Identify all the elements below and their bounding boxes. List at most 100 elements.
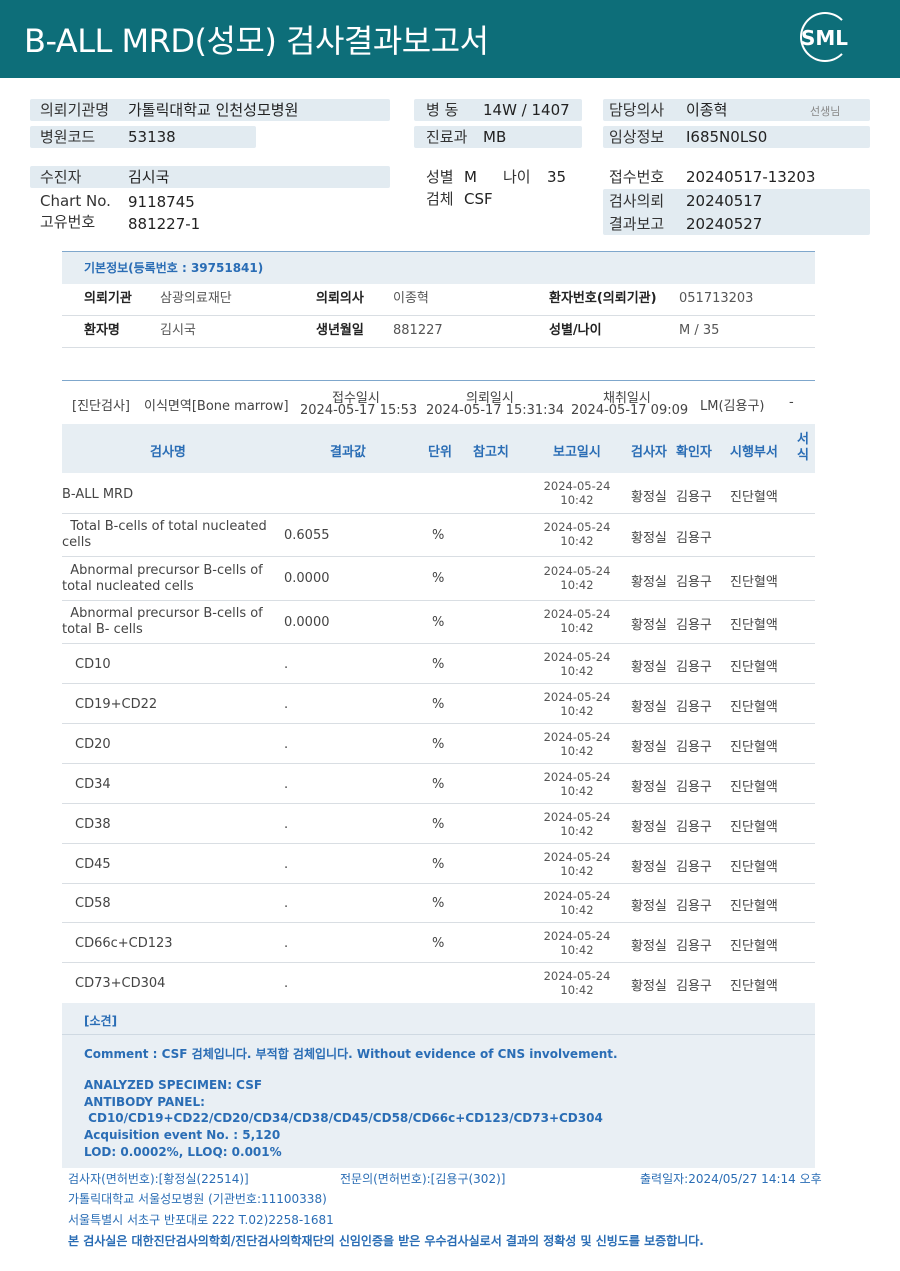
row-name: Abnormal precursor B-cells of total nucl… <box>62 563 267 594</box>
footer-specialist: 전문의(면허번호):[김용구(302)] <box>340 1172 506 1186</box>
ward-value: 14W / 1407 <box>483 101 570 119</box>
divider <box>62 883 815 884</box>
row-report-date: 2024-05-24 10:42 <box>543 690 611 718</box>
basic-label-patient-no: 환자번호(의뢰기관) <box>549 291 657 306</box>
logo-text: SML <box>801 26 849 50</box>
th-tester: 검사자 <box>631 445 667 460</box>
remarks-title: [소견] <box>84 1014 118 1028</box>
receipt-label: 접수번호 <box>609 168 665 186</box>
report-date-label: 결과보고 <box>609 215 665 233</box>
report-title: B-ALL MRD(성모) 검사결과보고서 <box>24 22 489 60</box>
specimen-label: 검체 <box>426 190 454 208</box>
row-unit: % <box>432 857 445 872</box>
remarks-events: Acquisition event No. : 5,120 <box>84 1128 281 1142</box>
row-tester: 황정실 <box>631 780 667 795</box>
row-dept: 진단혈액 <box>730 740 778 755</box>
institution-value: 가톨릭대학교 인천성모병원 <box>128 101 299 119</box>
sex-label: 성별 <box>426 168 454 186</box>
row-report-date: 2024-05-24 10:42 <box>543 730 611 758</box>
row-report-date: 2024-05-24 10:42 <box>543 889 611 917</box>
diag-dash: - <box>789 395 794 410</box>
row-result: 0.0000 <box>284 571 330 586</box>
row-dept: 진단혈액 <box>730 660 778 675</box>
row-confirmer: 김용구 <box>676 899 712 914</box>
age-value: 35 <box>547 168 567 186</box>
diag-top-line <box>62 380 815 381</box>
row-confirmer: 김용구 <box>676 740 712 755</box>
row-confirmer: 김용구 <box>676 820 712 835</box>
row-result: . <box>284 857 289 872</box>
th-dept: 시행부서 <box>730 445 778 460</box>
row-name: CD45 <box>75 857 111 872</box>
row-unit: % <box>432 571 445 586</box>
footer-hospital: 가톨릭대학교 서울성모병원 (기관번호:11100338) <box>68 1192 327 1206</box>
chart-value: 9118745 <box>128 193 195 211</box>
row-tester: 황정실 <box>631 700 667 715</box>
th-report: 보고일시 <box>553 445 601 460</box>
footer-address: 서울특별시 서초구 반포대로 222 T.02)2258-1681 <box>68 1213 334 1227</box>
basic-label-institution: 의뢰기관 <box>84 291 132 306</box>
diag-request-value: 2024-05-17 15:31:34 <box>426 403 565 418</box>
remarks-lod: LOD: 0.0002%, LLOQ: 0.001% <box>84 1145 282 1159</box>
report-date-value: 20240527 <box>686 215 763 233</box>
doctor-suffix: 선생님 <box>810 105 841 118</box>
row-report-date: 2024-05-24 10:42 <box>543 929 611 957</box>
row-dept: 진단혈액 <box>730 899 778 914</box>
row-name: CD19+CD22 <box>75 697 158 712</box>
row-confirmer: 김용구 <box>676 660 712 675</box>
chart-label: Chart No. <box>40 192 111 210</box>
footer-tester: 검사자(면허번호):[황정실(22514)] <box>68 1172 249 1186</box>
basic-value-name: 김시국 <box>160 323 196 338</box>
row-confirmer: 김용구 <box>676 780 712 795</box>
row-tester: 황정실 <box>631 740 667 755</box>
row-unit: % <box>432 657 445 672</box>
request-date-value: 20240517 <box>686 192 763 210</box>
divider <box>62 643 815 644</box>
request-date-label: 검사의뢰 <box>609 192 665 210</box>
hospital-code-value: 53138 <box>128 128 176 146</box>
patient-value: 김시국 <box>128 168 170 186</box>
row-name: Abnormal precursor B-cells of total B- c… <box>62 606 267 637</box>
row-confirmer: 김용구 <box>676 490 712 505</box>
dept-label: 진료과 <box>426 128 468 146</box>
ward-label: 병 동 <box>426 101 459 119</box>
row-unit: % <box>432 615 445 630</box>
th-name: 검사명 <box>150 445 186 460</box>
row-dept: 진단혈액 <box>730 490 778 505</box>
diag-receipt-value: 2024-05-17 15:53 <box>300 403 418 418</box>
hospital-code-label: 병원코드 <box>40 128 96 146</box>
basic-label-doctor: 의뢰의사 <box>316 291 364 306</box>
basic-value-institution: 삼광의료재단 <box>160 291 232 306</box>
report-header-banner: B-ALL MRD(성모) 검사결과보고서 SML <box>0 0 900 78</box>
divider <box>62 922 815 923</box>
divider <box>62 556 815 557</box>
row-result: . <box>284 777 289 792</box>
row-name: CD34 <box>75 777 111 792</box>
th-result: 결과값 <box>330 445 366 460</box>
row-report-date: 2024-05-24 10:42 <box>543 969 611 997</box>
basic-value-patient-no: 051713203 <box>679 291 754 306</box>
row-dept: 진단혈액 <box>730 618 778 633</box>
basic-label-sex-age: 성별/나이 <box>549 323 602 338</box>
th-format: 서 식 <box>797 432 809 463</box>
receipt-value: 20240517-13203 <box>686 168 816 186</box>
row-confirmer: 김용구 <box>676 939 712 954</box>
row-confirmer: 김용구 <box>676 531 712 546</box>
row-tester: 황정실 <box>631 531 667 546</box>
row-report-date: 2024-05-24 10:42 <box>543 479 611 507</box>
row-report-date: 2024-05-24 10:42 <box>543 564 611 592</box>
divider <box>62 723 815 724</box>
row-unit: % <box>432 777 445 792</box>
basic-value-birth: 881227 <box>393 323 443 338</box>
divider <box>62 1034 815 1035</box>
row-result: . <box>284 737 289 752</box>
row-name: CD20 <box>75 737 111 752</box>
divider <box>62 683 815 684</box>
row-dept: 진단혈액 <box>730 979 778 994</box>
row-report-date: 2024-05-24 10:42 <box>543 650 611 678</box>
age-label: 나이 <box>503 168 531 186</box>
remarks-comment: Comment : CSF 검체입니다. 부적합 검체입니다. Without … <box>84 1047 618 1061</box>
row-dept: 진단혈액 <box>730 700 778 715</box>
row-unit: % <box>432 697 445 712</box>
row-tester: 황정실 <box>631 899 667 914</box>
